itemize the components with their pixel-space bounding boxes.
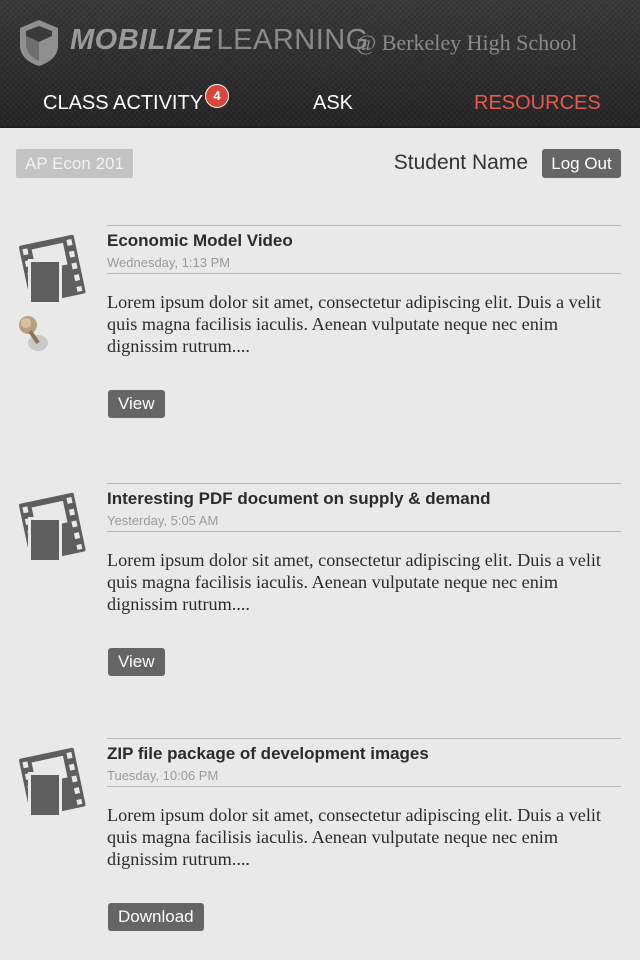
divider (107, 273, 621, 274)
post-body: Lorem ipsum dolor sit amet, consectetur … (107, 292, 601, 356)
divider (107, 483, 621, 484)
film-icon (19, 492, 86, 563)
brand-wordmark: MOBILIZE LEARNING (70, 24, 369, 64)
divider (107, 738, 621, 739)
logo-shield-icon (20, 20, 58, 66)
divider (107, 786, 621, 787)
logout-button[interactable]: Log Out (542, 149, 621, 178)
post-timestamp: Wednesday, 1:13 PM (107, 255, 231, 270)
film-icon (19, 234, 86, 305)
notification-badge: 4 (205, 84, 229, 108)
course-chip[interactable]: AP Econ 201 (16, 149, 133, 178)
tab-resources[interactable]: RESOURCES (474, 92, 601, 115)
resource-post: ZIP file package of development images T… (0, 738, 640, 960)
post-timestamp: Yesterday, 5:05 AM (107, 513, 219, 528)
download-button[interactable]: Download (108, 903, 204, 931)
brand-bold-text: MOBILIZE (70, 24, 213, 56)
resource-post: Interesting PDF document on supply & dem… (0, 483, 640, 713)
post-body: Lorem ipsum dolor sit amet, consectetur … (107, 805, 601, 869)
resource-post: Economic Model Video Wednesday, 1:13 PM … (0, 225, 640, 455)
app-header: MOBILIZE LEARNING @ Berkeley High School … (0, 0, 640, 128)
divider (107, 225, 621, 226)
post-body: Lorem ipsum dolor sit amet, consectetur … (107, 550, 601, 614)
school-name: @ Berkeley High School (356, 30, 578, 55)
view-button[interactable]: View (108, 390, 165, 418)
post-title[interactable]: ZIP file package of development images (107, 744, 429, 764)
post-timestamp: Tuesday, 10:06 PM (107, 768, 219, 783)
tab-ask[interactable]: ASK (313, 92, 353, 115)
post-title[interactable]: Interesting PDF document on supply & dem… (107, 489, 490, 509)
divider (107, 531, 621, 532)
post-title[interactable]: Economic Model Video (107, 231, 293, 251)
student-name: Student Name (393, 151, 528, 174)
brand-light-text: LEARNING (216, 24, 369, 56)
film-icon (19, 747, 86, 818)
tab-class-activity[interactable]: CLASS ACTIVITY (43, 92, 203, 115)
view-button[interactable]: View (108, 648, 165, 676)
pin-icon (19, 316, 48, 351)
